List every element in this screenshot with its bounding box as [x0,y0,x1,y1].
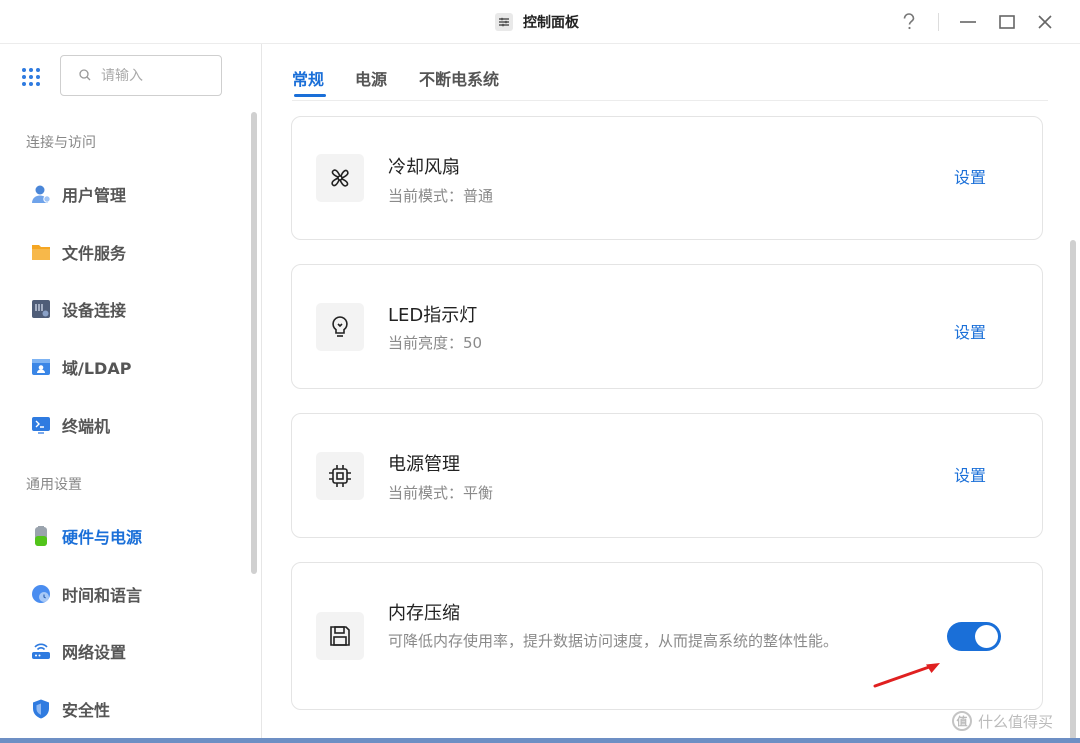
power-settings-link[interactable]: 设置 [954,462,986,486]
watermark-text: 什么值得买 [978,712,1054,731]
title-bar: 控制面板 [0,0,1080,44]
sidebar-item-label: 网络设置 [62,643,127,662]
main-scrollbar[interactable] [1070,240,1076,740]
title-separator [938,13,939,31]
window-title-group: 控制面板 [495,11,579,33]
device-icon [30,298,52,320]
sidebar-item-hardware-power[interactable]: 硬件与电源 [30,523,142,549]
watermark-logo-icon: 值 [952,711,972,731]
sidebar-item-label: 文件服务 [62,244,127,263]
control-panel-icon [495,13,513,31]
led-settings-link[interactable]: 设置 [954,319,986,343]
sidebar-item-device-connection[interactable]: 设备连接 [30,296,126,322]
card-subtitle: 当前模式：平衡 [388,484,494,502]
terminal-icon [30,414,52,436]
sidebar-item-domain-ldap[interactable]: 域/LDAP [30,354,131,380]
tab-ups[interactable]: 不断电系统 [419,66,499,90]
minimize-icon[interactable] [956,10,980,34]
sidebar-item-label: 终端机 [62,417,111,436]
sidebar-item-label: 硬件与电源 [62,528,143,547]
taskbar-strip [0,738,1080,743]
chip-icon [316,452,364,500]
sidebar-item-label: 设备连接 [62,301,127,320]
card-cooling-fan: 冷却风扇 当前模式：普通 设置 [291,116,1043,240]
card-power-management: 电源管理 当前模式：平衡 设置 [291,413,1043,538]
toggle-knob [975,625,998,648]
card-title: 电源管理 [388,454,460,475]
maximize-icon[interactable] [995,10,1019,34]
fan-settings-link[interactable]: 设置 [954,164,986,188]
user-management-icon [30,183,52,205]
bulb-icon [316,303,364,351]
card-title: 冷却风扇 [388,157,460,178]
battery-icon [30,525,52,547]
sidebar-item-label: 域/LDAP [62,359,132,378]
search-box[interactable] [60,55,222,96]
memory-compression-toggle[interactable] [947,622,1001,651]
shield-icon [30,698,52,720]
watermark: 值 什么值得买 [952,708,1053,734]
active-tab-indicator [294,94,326,97]
sidebar-item-terminal[interactable]: 终端机 [30,412,110,438]
sidebar-item-security[interactable]: 安全性 [30,696,110,722]
tab-power[interactable]: 电源 [355,66,387,90]
card-subtitle: 当前亮度：50 [388,334,483,352]
card-description: 可降低内存使用率，提升数据访问速度，从而提高系统的整体性能。 [388,632,839,650]
router-icon [30,640,52,662]
save-icon [316,612,364,660]
sidebar: 连接与访问 用户管理 文件服务 设备连接 域/LDAP 终端机 通用设置 [0,44,262,743]
card-title: LED指示灯 [388,305,478,326]
close-icon[interactable] [1033,10,1057,34]
tab-general[interactable]: 常规 [292,66,324,90]
sidebar-scrollbar[interactable] [251,112,257,574]
search-icon [79,66,91,85]
sidebar-item-label: 安全性 [62,701,111,720]
globe-clock-icon [30,583,52,605]
sidebar-item-network[interactable]: 网络设置 [30,638,126,664]
section-label-connection: 连接与访问 [26,135,96,151]
sidebar-item-label: 用户管理 [62,186,127,205]
window-title: 控制面板 [523,15,579,31]
sidebar-item-time-language[interactable]: 时间和语言 [30,581,142,607]
folder-icon [30,241,52,263]
tabs-divider [292,100,1048,101]
sidebar-item-file-services[interactable]: 文件服务 [30,239,126,265]
card-subtitle: 当前模式：普通 [388,187,494,205]
sidebar-item-label: 时间和语言 [62,586,143,605]
fan-icon [316,154,364,202]
section-label-general: 通用设置 [26,477,82,493]
domain-icon [30,356,52,378]
annotation-arrow [873,663,940,688]
sidebar-item-user-management[interactable]: 用户管理 [30,181,126,207]
search-input[interactable] [101,67,211,84]
apps-grid-icon[interactable] [21,67,41,87]
card-led-indicator: LED指示灯 当前亮度：50 设置 [291,264,1043,389]
question-icon[interactable] [897,10,921,34]
card-title: 内存压缩 [388,603,460,624]
